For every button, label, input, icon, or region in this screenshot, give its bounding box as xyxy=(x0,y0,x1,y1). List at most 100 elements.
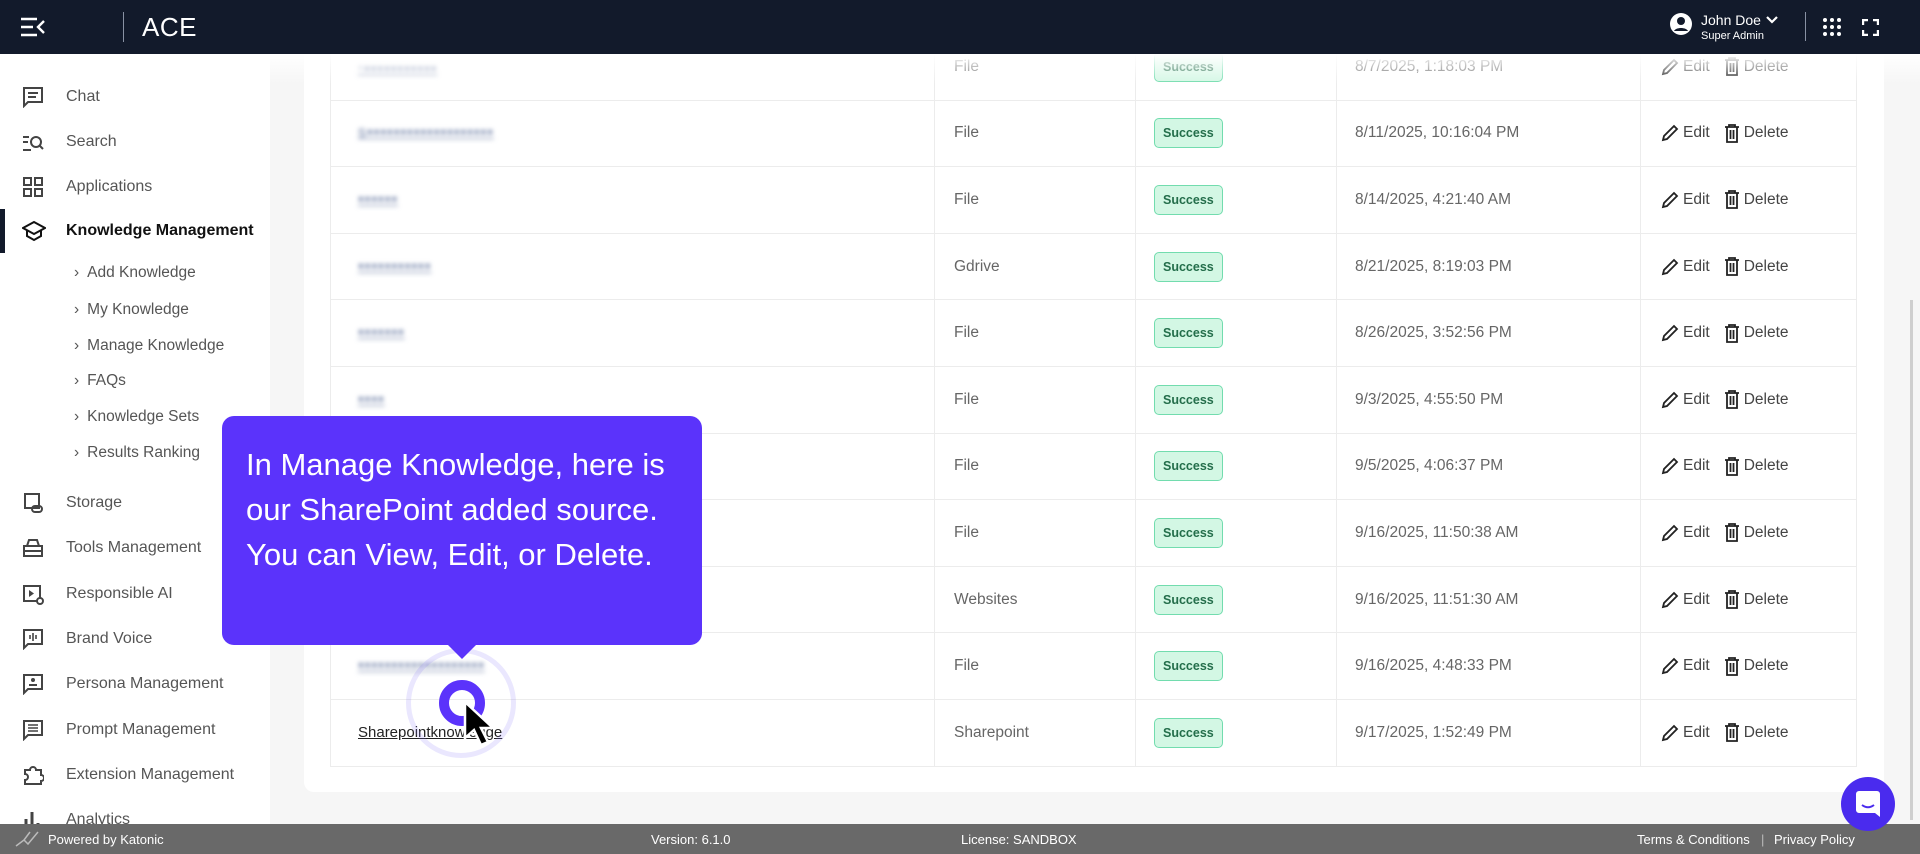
user-menu[interactable]: John Doe Super Admin xyxy=(1669,12,1779,42)
status-cell: Success xyxy=(1136,100,1337,167)
edit-button[interactable]: Edit xyxy=(1661,724,1710,742)
sidebar-item-extension-management[interactable]: Extension Management xyxy=(0,757,270,793)
status-badge: Success xyxy=(1154,717,1223,748)
sub-label: Results Ranking xyxy=(87,444,201,461)
sidebar-item-applications[interactable]: Applications xyxy=(0,169,270,205)
edit-button[interactable]: Edit xyxy=(1661,657,1710,675)
fullscreen-icon[interactable] xyxy=(1862,19,1879,36)
edit-label: Edit xyxy=(1683,190,1710,208)
sidebar-label: Brand Voice xyxy=(66,629,153,647)
pencil-icon xyxy=(1661,724,1679,741)
delete-button[interactable]: Delete xyxy=(1724,656,1789,676)
privacy-link[interactable]: Privacy Policy xyxy=(1774,832,1855,847)
delete-button[interactable]: Delete xyxy=(1724,723,1789,743)
sidebar-sub-manage-knowledge[interactable]: › Manage Knowledge xyxy=(74,337,224,355)
edit-label: Edit xyxy=(1683,590,1710,608)
edit-label: Edit xyxy=(1683,523,1710,541)
sidebar-item-search[interactable]: Search xyxy=(0,124,270,160)
date-cell: 9/16/2025, 11:51:30 AM xyxy=(1337,566,1641,633)
user-name: John Doe xyxy=(1701,12,1761,28)
pencil-icon xyxy=(1661,657,1679,675)
actions-cell: Edit Delete xyxy=(1641,167,1856,233)
persona-icon xyxy=(23,674,43,696)
actions-cell: Edit Delete xyxy=(1641,500,1856,566)
sidebar-item-knowledge-management[interactable]: Knowledge Management xyxy=(0,209,270,253)
table-row: Sharepointknowledge Sharepoint Success 9/17… xyxy=(331,698,1856,766)
status-badge: Success xyxy=(1154,384,1223,415)
name-cell: s▪▪▪▪▪▪▪▪▪▪▪▪▪▪▪▪▪▪▪ xyxy=(331,100,935,167)
delete-label: Delete xyxy=(1743,390,1789,408)
date-cell: 8/14/2025, 4:21:40 AM xyxy=(1337,167,1641,233)
pencil-icon xyxy=(1661,524,1679,542)
sidebar-label: Chat xyxy=(66,88,100,105)
sidebar-sub-knowledge-sets[interactable]: › Knowledge Sets xyxy=(74,408,199,426)
trash-icon xyxy=(1724,590,1739,609)
redacted-name: ▪▪▪▪▪▪▪▪▪▪▪ xyxy=(358,257,432,275)
app-title: ACE xyxy=(142,12,197,42)
sidebar-item-prompt-management[interactable]: Prompt Management xyxy=(0,712,270,748)
sidebar-item-chat[interactable]: Chat xyxy=(0,79,270,115)
status-cell: Success xyxy=(1136,433,1337,500)
trash-icon xyxy=(1724,257,1739,276)
sidebar-sub-results-ranking[interactable]: › Results Ranking xyxy=(74,444,200,462)
pencil-icon xyxy=(1661,258,1679,275)
prompt-icon xyxy=(23,719,43,741)
edit-button[interactable]: Edit xyxy=(1661,324,1710,342)
edit-button[interactable]: Edit xyxy=(1661,524,1710,542)
edit-button[interactable]: Edit xyxy=(1661,457,1710,475)
delete-button[interactable]: Delete xyxy=(1724,590,1789,609)
date-cell: 8/21/2025, 8:19:03 PM xyxy=(1337,233,1641,300)
trash-icon xyxy=(1724,190,1739,210)
sidebar-sub-my-knowledge[interactable]: › My Knowledge xyxy=(74,301,189,319)
delete-label: Delete xyxy=(1743,257,1789,275)
edit-button[interactable]: Edit xyxy=(1661,258,1710,276)
edit-label: Edit xyxy=(1683,124,1710,142)
terms-link[interactable]: Terms & Conditions xyxy=(1637,832,1750,847)
delete-button[interactable]: Delete xyxy=(1724,456,1789,476)
actions-cell: Edit Delete xyxy=(1641,633,1856,699)
app-grid-icon[interactable] xyxy=(1822,17,1842,37)
trash-icon xyxy=(1724,456,1739,476)
chat-widget-button[interactable] xyxy=(1841,777,1895,831)
toolbox-icon xyxy=(23,539,43,558)
delete-button[interactable]: Delete xyxy=(1724,323,1789,343)
delete-button[interactable]: Delete xyxy=(1724,190,1789,210)
trash-icon xyxy=(1724,723,1739,743)
delete-button[interactable]: Delete xyxy=(1724,123,1789,143)
delete-label: Delete xyxy=(1743,590,1789,608)
sidebar-item-persona-management[interactable]: Persona Management xyxy=(0,666,270,702)
license: License: SANDBOX xyxy=(961,832,1077,847)
edit-label: Edit xyxy=(1683,657,1710,675)
katonic-logo-icon xyxy=(15,831,39,847)
sidebar-sub-add-knowledge[interactable]: › Add Knowledge xyxy=(74,264,196,282)
pencil-icon xyxy=(1661,125,1679,142)
status-cell: Success xyxy=(1136,167,1337,233)
type-cell: File xyxy=(935,100,1136,167)
edit-button[interactable]: Edit xyxy=(1661,191,1710,209)
actions-cell: Edit Delete xyxy=(1641,567,1856,633)
graduation-cap-icon xyxy=(22,220,46,242)
sidebar-label: Extension Management xyxy=(66,765,235,783)
status-badge: Success xyxy=(1154,651,1223,682)
redacted-name: ▪▪▪▪▪▪▪ xyxy=(358,324,405,342)
edit-button[interactable]: Edit xyxy=(1661,591,1710,609)
status-cell: Success xyxy=(1136,699,1337,766)
delete-button[interactable]: Delete xyxy=(1724,523,1789,543)
edit-button[interactable]: Edit xyxy=(1661,124,1710,142)
sub-label: Knowledge Sets xyxy=(87,408,200,425)
type-cell: File xyxy=(935,433,1136,500)
delete-label: Delete xyxy=(1743,124,1789,142)
delete-button[interactable]: Delete xyxy=(1724,390,1789,410)
sub-label: Manage Knowledge xyxy=(87,337,225,354)
sidebar-sub-faqs[interactable]: › FAQs xyxy=(74,372,126,390)
edit-button[interactable]: Edit xyxy=(1661,391,1710,409)
status-badge: Success xyxy=(1154,251,1223,282)
mouse-cursor-icon xyxy=(463,700,497,747)
menu-collapse-icon[interactable] xyxy=(20,16,46,38)
scrollbar[interactable] xyxy=(1910,300,1913,820)
delete-label: Delete xyxy=(1743,190,1789,208)
sidebar-label: Persona Management xyxy=(66,675,224,693)
apps-icon xyxy=(23,177,43,197)
delete-button[interactable]: Delete xyxy=(1724,257,1789,276)
actions-cell: Edit Delete xyxy=(1641,300,1856,366)
